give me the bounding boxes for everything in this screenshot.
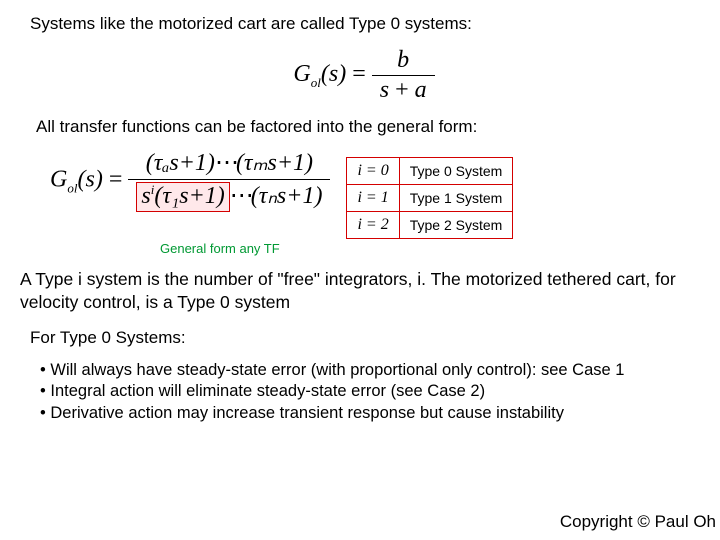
table-row: i = 1Type 1 System [347,185,513,212]
subhead-type0: For Type 0 Systems: [30,328,698,348]
table-row: i = 0Type 0 System [347,158,513,185]
copyright-text: Copyright © Paul Oh [560,512,716,532]
equation-general: Gol(s) = (τₐs+1)⋯(τₘs+1) si(τ₁s+1) ⋯(τₙs… [50,151,330,211]
general-form-caption: General form any TF [160,241,698,256]
factored-text: All transfer functions can be factored i… [36,117,698,137]
equation-simple: Gol(s) = b s + a [30,48,698,103]
body-text: A Type i system is the number of "free" … [20,268,698,314]
intro-text: Systems like the motorized cart are call… [30,14,698,34]
table-row: i = 2Type 2 System [347,212,513,239]
bullet-list: • Will always have steady-state error (w… [40,360,698,424]
type-legend-table: i = 0Type 0 System i = 1Type 1 System i … [346,157,513,239]
